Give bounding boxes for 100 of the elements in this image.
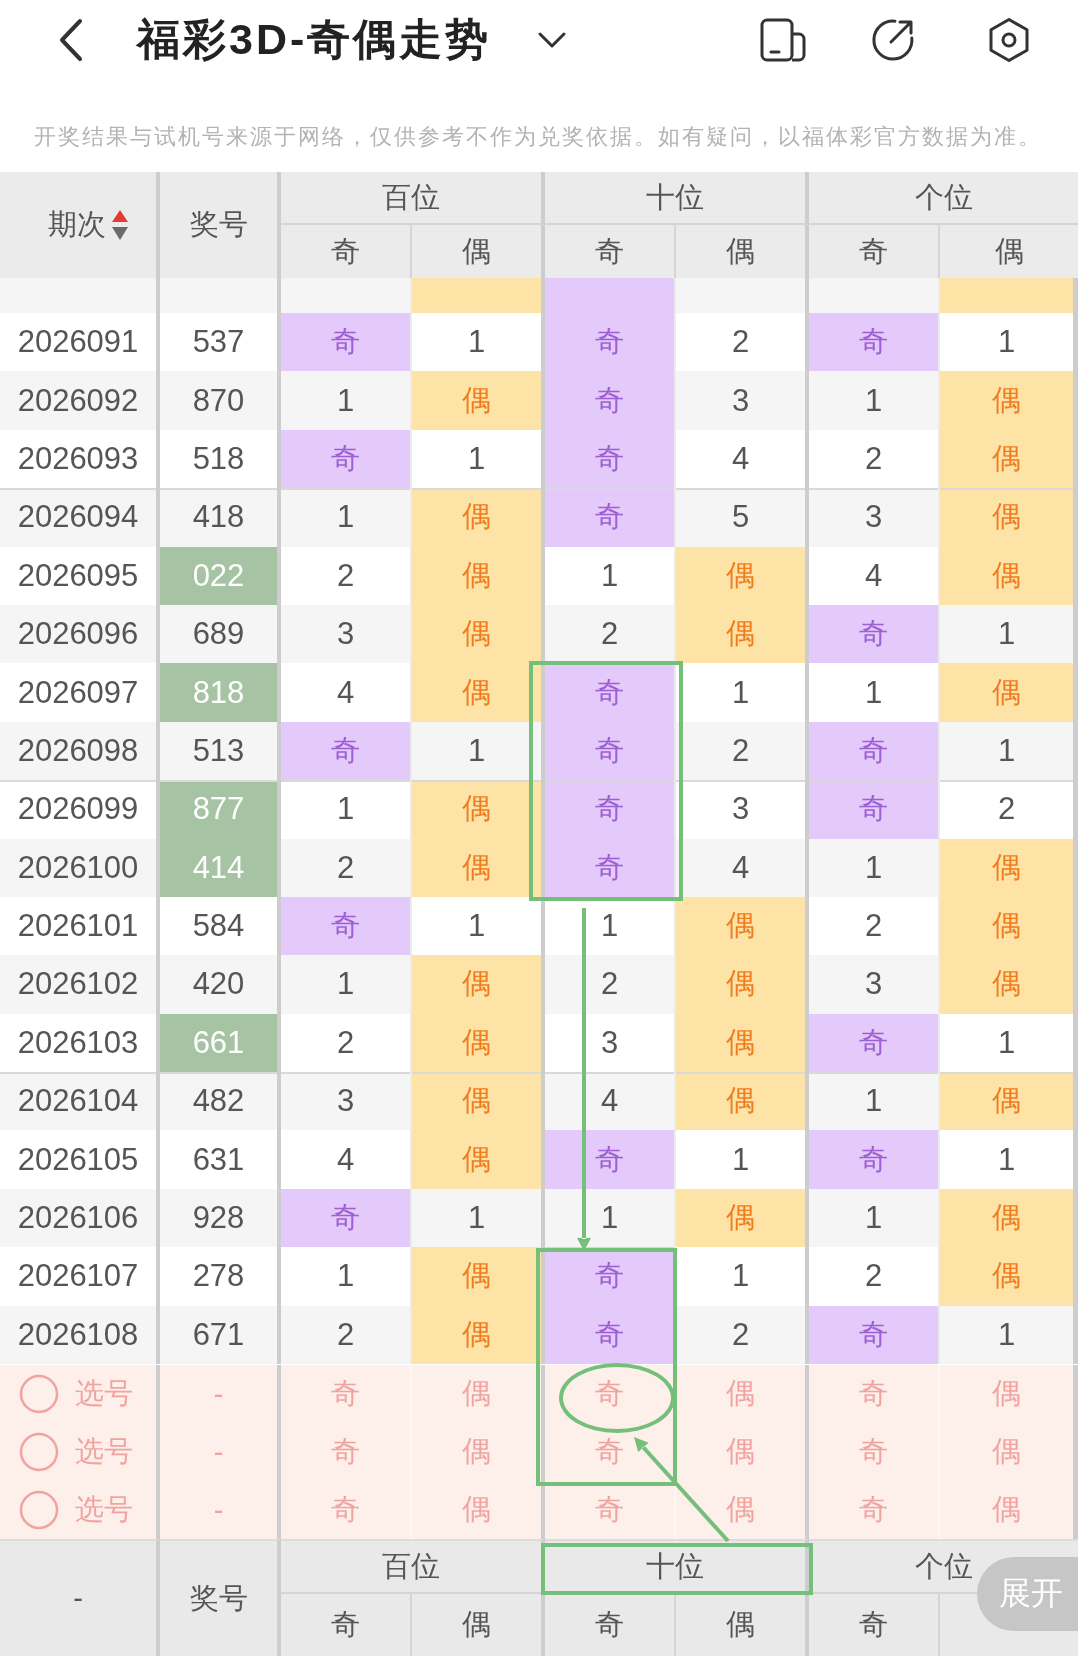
trend-cell: 3 — [809, 955, 940, 1014]
issue-cell: 2026099 — [0, 780, 160, 839]
trend-cell: 奇 — [281, 313, 412, 372]
trend-cell: 1 — [940, 1305, 1078, 1365]
trend-cell: 奇 — [281, 429, 412, 489]
radio-button[interactable] — [19, 1374, 59, 1414]
parity-option[interactable]: 偶 — [676, 1423, 809, 1481]
parity-option[interactable]: 偶 — [940, 1481, 1078, 1539]
number-cell: 689 — [160, 604, 281, 664]
parity-option[interactable]: 偶 — [412, 1481, 545, 1539]
trend-cell: 1 — [809, 371, 940, 430]
notice-text: 开奖结果与试机号来源于网络，仅供参考不作为兑奖依据。如有疑问，以福体彩官方数据为准。 — [34, 124, 1042, 149]
devices-icon[interactable] — [760, 18, 806, 62]
parity-option[interactable]: 奇 — [281, 1423, 412, 1481]
trend-cell: 偶 — [940, 1188, 1078, 1248]
number-cell: 414 — [160, 838, 281, 897]
trend-cell: 奇 — [809, 1130, 940, 1189]
radio-button[interactable] — [19, 1490, 59, 1530]
share-icon[interactable] — [871, 18, 915, 62]
expand-button[interactable]: 展开 — [977, 1557, 1078, 1631]
settings-icon[interactable] — [987, 17, 1031, 63]
trend-cell: 偶 — [412, 780, 545, 839]
subcolumn-header: 奇 — [281, 225, 412, 278]
trend-cell: 奇 — [545, 488, 676, 547]
trend-cell: 偶 — [676, 955, 809, 1014]
parity-option[interactable]: 偶 — [412, 1365, 545, 1423]
trend-cell: 偶 — [940, 838, 1078, 897]
trend-cell: 2 — [545, 604, 676, 664]
trend-cell: 1 — [940, 721, 1078, 781]
column-header: 奖号 — [160, 172, 281, 278]
trend-cell: 2 — [676, 1305, 809, 1365]
issue-cell: 2026096 — [0, 604, 160, 664]
number-cell: 661 — [160, 1013, 281, 1073]
issue-cell: 2026108 — [0, 1305, 160, 1365]
pick-label[interactable]: 选号 — [75, 1374, 133, 1414]
parity-option[interactable]: 偶 — [940, 1365, 1078, 1423]
radio-button[interactable] — [19, 1432, 59, 1472]
trend-cell: 2 — [676, 721, 809, 781]
number-cell: 870 — [160, 371, 281, 430]
trend-cell: 奇 — [545, 780, 676, 839]
trend-cell: 偶 — [676, 604, 809, 664]
trend-cell: 1 — [809, 1072, 940, 1131]
pick-number-cell: - — [160, 1481, 281, 1539]
trend-cell: 奇 — [809, 313, 940, 372]
parity-option[interactable]: 偶 — [676, 1481, 809, 1539]
trend-cell: 偶 — [412, 1305, 545, 1365]
page-title: 福彩3D-奇偶走势 — [137, 14, 492, 65]
trend-cell: 3 — [676, 371, 809, 430]
pick-label[interactable]: 选号 — [75, 1432, 133, 1472]
subcolumn-header: 偶 — [940, 225, 1078, 278]
subcolumn-header: 奇 — [809, 1594, 940, 1656]
trend-cell: 2 — [281, 1305, 412, 1365]
parity-option[interactable]: 偶 — [412, 1423, 545, 1481]
trend-cell: 4 — [545, 1072, 676, 1131]
number-cell: 513 — [160, 721, 281, 781]
trend-cell: 奇 — [545, 371, 676, 430]
trend-cell: 1 — [809, 838, 940, 897]
pick-label[interactable]: 选号 — [75, 1490, 133, 1530]
trend-cell: 偶 — [940, 488, 1078, 547]
subcolumn-header: 偶 — [676, 225, 809, 278]
issue-cell: 2026100 — [0, 838, 160, 897]
caret-icon[interactable] — [537, 31, 568, 49]
trend-cell: 偶 — [940, 371, 1078, 430]
parity-option[interactable]: 奇 — [281, 1365, 412, 1423]
subcolumn-header: 偶 — [676, 1594, 809, 1656]
sort-header[interactable]: 期次 — [0, 172, 160, 278]
parity-option[interactable]: 偶 — [940, 1423, 1078, 1481]
trend-cell: 3 — [809, 488, 940, 547]
back-icon[interactable] — [58, 18, 84, 62]
parity-option[interactable]: 偶 — [676, 1365, 809, 1423]
trend-cell: 奇 — [809, 1013, 940, 1073]
sort-icon[interactable] — [110, 209, 129, 241]
trend-cell: 奇 — [281, 1188, 412, 1248]
number-cell: 928 — [160, 1188, 281, 1248]
parity-option[interactable]: 奇 — [809, 1365, 940, 1423]
trend-cell: 奇 — [809, 780, 940, 839]
issue-cell: 2026102 — [0, 955, 160, 1014]
trend-cell: 奇 — [545, 1130, 676, 1189]
trend-cell: 偶 — [940, 429, 1078, 489]
trend-cell: 奇 — [809, 1305, 940, 1365]
trend-cell: 奇 — [809, 604, 940, 664]
trend-cell: 1 — [412, 721, 545, 781]
parity-option[interactable]: 奇 — [809, 1423, 940, 1481]
trend-cell: 偶 — [940, 896, 1078, 956]
parity-option[interactable]: 奇 — [545, 1481, 676, 1539]
trend-cell: 3 — [676, 780, 809, 839]
trend-cell: 1 — [281, 955, 412, 1014]
trend-cell: 1 — [809, 1188, 940, 1248]
trend-cell: 1 — [281, 488, 412, 547]
trend-cell: 1 — [545, 1188, 676, 1248]
parity-option[interactable]: 奇 — [809, 1481, 940, 1539]
number-cell: 420 — [160, 955, 281, 1014]
subcolumn-header: 奇 — [809, 225, 940, 278]
trend-cell: 奇 — [545, 313, 676, 372]
parity-option[interactable]: 奇 — [281, 1481, 412, 1539]
trend-cell: 2 — [940, 780, 1078, 839]
trend-cell: 1 — [940, 604, 1078, 664]
trend-cell: 偶 — [412, 1072, 545, 1131]
issue-cell: 2026092 — [0, 371, 160, 430]
trend-cell: 1 — [281, 371, 412, 430]
